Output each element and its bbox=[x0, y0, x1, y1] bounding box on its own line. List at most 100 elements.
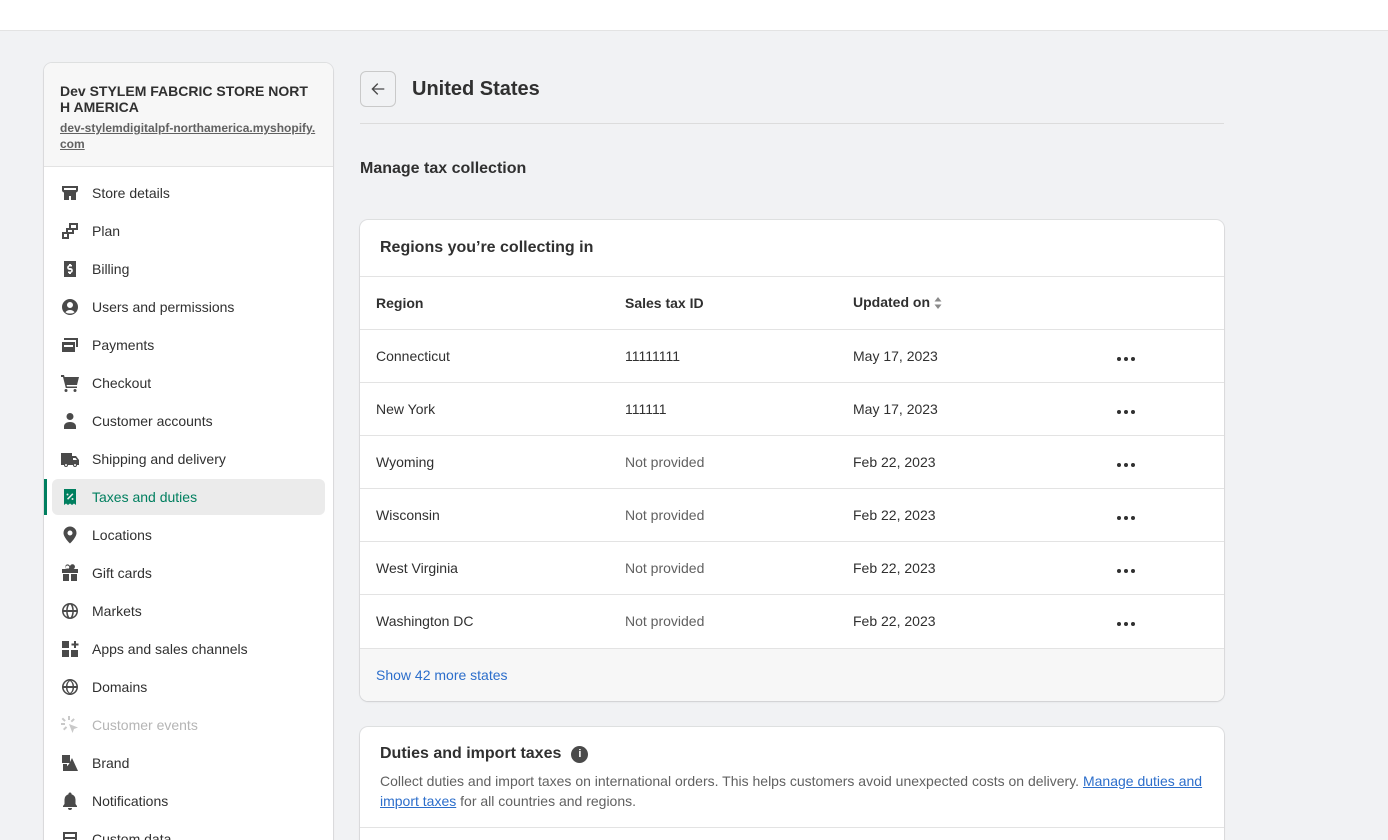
globe-markets-icon bbox=[60, 601, 80, 621]
actions-cell bbox=[1117, 594, 1224, 648]
updated-on-cell: Feb 22, 2023 bbox=[853, 541, 1117, 595]
store-header: Dev STYLEM FABCRIC STORE NORTH AMERICA d… bbox=[44, 63, 333, 167]
duties-card-divider bbox=[360, 827, 1224, 828]
sidebar-item-label: Customer events bbox=[92, 717, 198, 733]
table-row: Washington DC Not provided Feb 22, 2023 bbox=[360, 594, 1224, 648]
sidebar-item-label: Payments bbox=[92, 337, 155, 353]
brand-icon bbox=[60, 753, 80, 773]
regions-card-footer: Show 42 more states bbox=[360, 647, 1224, 701]
sidebar-item-label: Locations bbox=[92, 527, 152, 543]
sidebar-item-payments[interactable]: Payments bbox=[52, 327, 325, 363]
sidebar-item-markets[interactable]: Markets bbox=[52, 593, 325, 629]
duties-card-title: Duties and import taxes i bbox=[360, 727, 1224, 763]
apps-icon bbox=[60, 639, 80, 659]
header-divider bbox=[360, 123, 1224, 124]
truck-icon bbox=[60, 449, 80, 469]
region-cell: Connecticut bbox=[360, 329, 625, 383]
region-cell: New York bbox=[360, 382, 625, 436]
sidebar-item-locations[interactable]: Locations bbox=[52, 517, 325, 553]
updated-on-cell: Feb 22, 2023 bbox=[853, 435, 1117, 489]
store-name: Dev STYLEM FABCRIC STORE NORTH AMERICA bbox=[60, 83, 308, 115]
sidebar-item-label: Domains bbox=[92, 679, 148, 695]
duties-description: Collect duties and import taxes on inter… bbox=[360, 763, 1224, 811]
page-title: United States bbox=[412, 77, 540, 100]
sidebar-item-label: Checkout bbox=[92, 375, 152, 391]
column-header-region: Region bbox=[360, 276, 625, 330]
region-cell: Wisconsin bbox=[360, 488, 625, 542]
sidebar-item-plan[interactable]: Plan bbox=[52, 213, 325, 249]
sidebar-item-brand[interactable]: Brand bbox=[52, 745, 325, 781]
sidebar-item-shipping-and-delivery[interactable]: Shipping and delivery bbox=[52, 441, 325, 477]
sidebar-item-label: Gift cards bbox=[92, 565, 152, 581]
info-icon[interactable]: i bbox=[571, 745, 589, 763]
sidebar-item-custom-data[interactable]: Custom data bbox=[52, 821, 325, 840]
sidebar-item-notifications[interactable]: Notifications bbox=[52, 783, 325, 819]
globe-icon bbox=[60, 677, 80, 697]
sidebar-item-domains[interactable]: Domains bbox=[52, 669, 325, 705]
sidebar-item-label: Notifications bbox=[92, 793, 169, 809]
duties-card: Duties and import taxes i Collect duties… bbox=[360, 727, 1224, 840]
duties-text-before: Collect duties and import taxes on inter… bbox=[380, 773, 1083, 789]
table-row: New York 111111 May 17, 2023 bbox=[360, 382, 1224, 436]
cart-icon bbox=[60, 373, 80, 393]
bell-icon bbox=[60, 791, 80, 811]
sidebar-item-customer-accounts[interactable]: Customer accounts bbox=[52, 403, 325, 439]
top-bar bbox=[0, 0, 1388, 31]
store-url-link[interactable]: dev-stylemdigitalpf-northamerica.myshopi… bbox=[60, 120, 317, 152]
settings-sidebar: Dev STYLEM FABCRIC STORE NORTH AMERICA d… bbox=[44, 63, 333, 840]
duties-title: Duties and import taxes bbox=[380, 745, 562, 762]
actions-cell bbox=[1117, 382, 1224, 436]
sales-tax-id-cell: 111111 bbox=[625, 382, 853, 436]
sales-tax-id-cell: Not provided bbox=[625, 435, 853, 489]
sales-tax-id-cell: Not provided bbox=[625, 541, 853, 595]
sidebar-item-gift-cards[interactable]: Gift cards bbox=[52, 555, 325, 591]
more-actions-icon[interactable] bbox=[1117, 622, 1135, 627]
sidebar-item-users-and-permissions[interactable]: Users and permissions bbox=[52, 289, 325, 325]
table-row: Connecticut 11111111 May 17, 2023 bbox=[360, 329, 1224, 383]
more-actions-icon[interactable] bbox=[1117, 410, 1135, 414]
updated-on-cell: May 17, 2023 bbox=[853, 329, 1117, 383]
show-more-states-link[interactable]: Show 42 more states bbox=[376, 667, 508, 683]
user-circle-icon bbox=[60, 297, 80, 317]
sidebar-item-apps-and-sales-channels[interactable]: Apps and sales channels bbox=[52, 631, 325, 667]
more-actions-icon[interactable] bbox=[1117, 463, 1135, 467]
updated-on-cell: Feb 22, 2023 bbox=[853, 488, 1117, 542]
column-header-actions bbox=[1117, 276, 1224, 330]
sort-icon[interactable] bbox=[934, 296, 942, 312]
sidebar-item-taxes-and-duties[interactable]: Taxes and duties bbox=[44, 479, 325, 515]
actions-cell bbox=[1117, 488, 1224, 542]
custom-data-icon bbox=[60, 829, 80, 840]
sidebar-item-label: Taxes and duties bbox=[92, 489, 198, 505]
sidebar-item-label: Shipping and delivery bbox=[92, 451, 226, 467]
sidebar-item-label: Markets bbox=[92, 603, 142, 619]
sidebar-item-label: Apps and sales channels bbox=[92, 641, 248, 657]
cursor-click-icon bbox=[60, 715, 80, 735]
actions-cell bbox=[1117, 329, 1224, 383]
arrow-left-icon bbox=[371, 83, 385, 95]
sidebar-item-store-details[interactable]: Store details bbox=[52, 175, 325, 211]
sales-tax-id-cell: 11111111 bbox=[625, 329, 853, 383]
payments-icon bbox=[60, 335, 80, 355]
table-header-row: Region Sales tax ID Updated on bbox=[360, 276, 1224, 330]
more-actions-icon[interactable] bbox=[1117, 569, 1135, 573]
sales-tax-id-cell: Not provided bbox=[625, 594, 853, 648]
location-pin-icon bbox=[60, 525, 80, 545]
sidebar-item-customer-events[interactable]: Customer events bbox=[52, 707, 325, 743]
gift-icon bbox=[60, 563, 80, 583]
more-actions-icon[interactable] bbox=[1117, 516, 1135, 520]
more-actions-icon[interactable] bbox=[1117, 357, 1135, 361]
sidebar-item-label: Users and permissions bbox=[92, 299, 235, 315]
section-title: Manage tax collection bbox=[360, 160, 527, 177]
actions-cell bbox=[1117, 541, 1224, 595]
store-icon bbox=[60, 183, 80, 203]
column-header-updated-on[interactable]: Updated on bbox=[853, 276, 1117, 330]
region-cell: Washington DC bbox=[360, 594, 625, 648]
regions-table: Region Sales tax ID Updated on Connectic… bbox=[360, 276, 1224, 648]
table-row: West Virginia Not provided Feb 22, 2023 bbox=[360, 541, 1224, 595]
column-header-updated-on-label: Updated on bbox=[853, 294, 930, 311]
back-button[interactable] bbox=[360, 71, 396, 107]
actions-cell bbox=[1117, 435, 1224, 489]
sidebar-item-checkout[interactable]: Checkout bbox=[52, 365, 325, 401]
billing-icon bbox=[60, 259, 80, 279]
sidebar-item-billing[interactable]: Billing bbox=[52, 251, 325, 287]
